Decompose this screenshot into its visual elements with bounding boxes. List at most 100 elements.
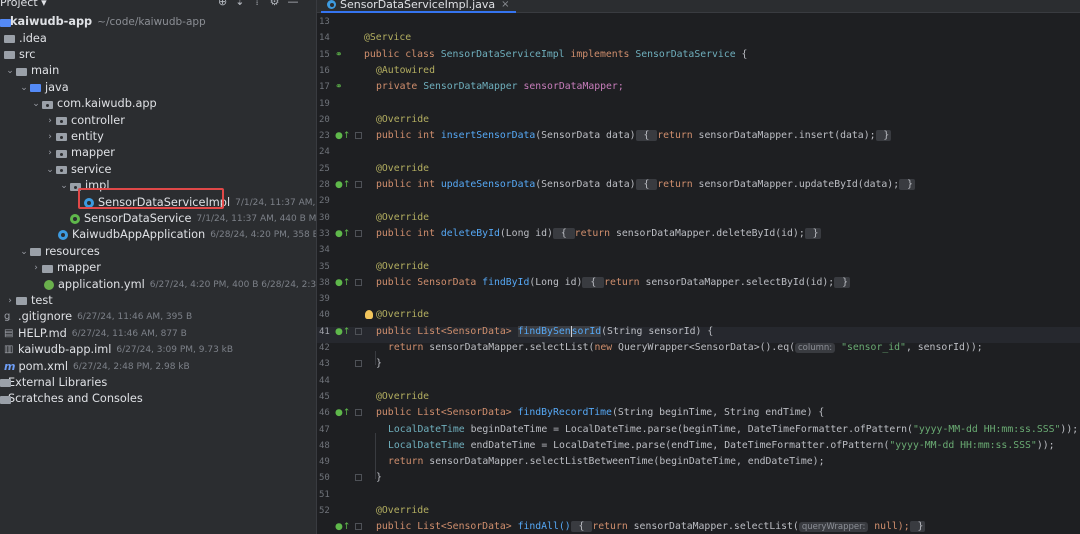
implements-gutter-icon[interactable]: ●↑ [335,131,350,141]
code-token: (String sensorId) { [601,325,714,337]
gutter-line: 28 ●↑ [317,177,377,193]
tree-item-pom-xml[interactable]: m pom.xml 6/27/24, 2:48 PM, 2.98 kB [4,358,190,374]
implements-gutter-icon[interactable]: ●↑ [335,522,350,532]
chevron-down-icon[interactable]: ⌄ [30,96,42,112]
line-number[interactable]: 51 [319,487,331,503]
line-number[interactable]: 47 [319,422,331,438]
bean-gutter-icon[interactable]: ⚭ [335,50,343,60]
tree-item-meta: 6/27/24, 11:46 AM, 395 B [77,312,193,323]
tree-item-java[interactable]: ⌄ java [18,80,68,96]
chevron-down-icon[interactable]: ⌄ [18,80,30,96]
line-number[interactable]: 24 [319,144,331,160]
line-number[interactable]: 33 [319,226,331,242]
close-icon[interactable]: × [501,0,509,10]
tree-item-external-libraries[interactable]: External Libraries [0,375,107,391]
bean-gutter-icon[interactable]: ⚭ [335,82,343,92]
code-editor[interactable]: 13 14 @Service 15 ⚭ public class SensorDataSe… [317,14,1080,534]
fold-marker-icon[interactable] [355,360,362,368]
line-number[interactable]: 48 [319,438,331,454]
line-number[interactable]: 29 [319,193,331,209]
chevron-down-icon[interactable]: ⌄ [4,63,16,79]
line-number[interactable]: 52 [319,503,331,519]
tab-sensordataserviceimpl[interactable]: SensorDataServiceImpl.java × [321,0,516,13]
tree-item-gitignore[interactable]: ǥ .gitignore 6/27/24, 11:46 AM, 395 B [4,309,192,325]
chevron-down-icon[interactable]: ⌄ [58,178,70,194]
line-number[interactable]: 34 [319,242,331,258]
code-token: QueryWrapper<SensorData>().eq( [618,342,795,353]
line-number[interactable]: 49 [319,454,331,470]
tree-item-scratches[interactable]: Scratches and Consoles [0,391,143,407]
line-number[interactable]: 35 [319,259,331,275]
implements-gutter-icon[interactable]: ●↑ [335,327,350,337]
line-number[interactable]: 19 [319,96,331,112]
tree-item-com-kaiwudb-app[interactable]: ⌄ com.kaiwudb.app [30,96,157,112]
chevron-right-icon[interactable]: › [4,293,16,309]
tree-item-test[interactable]: › test [4,293,53,309]
code-token: return [574,227,616,239]
tree-item-help-md[interactable]: ▤ HELP.md 6/27/24, 11:46 AM, 877 B [4,326,187,342]
line-number[interactable]: 45 [319,389,331,405]
tree-item-application-yml[interactable]: application.yml 6/27/24, 4:20 PM, 400 B … [44,276,316,292]
line-number[interactable]: 14 [319,30,331,46]
chevron-right-icon[interactable]: › [44,145,56,161]
implements-gutter-icon[interactable]: ●↑ [335,278,350,288]
intention-bulb-icon[interactable] [365,310,373,320]
chevron-right-icon[interactable]: › [30,260,42,276]
tree-item-iml[interactable]: ▥ kaiwudb-app.iml 6/27/24, 3:09 PM, 9.73… [4,342,233,358]
line-number[interactable]: 23 [319,128,331,144]
folder-icon [16,296,27,306]
project-panel-title[interactable]: Project ▾ [0,0,47,9]
tree-item-entity[interactable]: › entity [44,129,104,145]
tree-item-resources-mapper[interactable]: › mapper [30,260,101,276]
fold-marker-icon[interactable] [355,181,362,188]
line-number[interactable]: 20 [319,112,331,128]
line-number[interactable]: 17 [319,79,331,95]
fold-marker-icon[interactable] [355,278,362,286]
tree-item-controller[interactable]: › controller [44,112,125,128]
fold-marker-icon[interactable] [355,523,362,531]
implements-gutter-icon[interactable]: ●↑ [335,408,350,418]
chevron-down-icon[interactable]: ⌄ [44,162,56,178]
line-number[interactable]: 42 [319,340,331,356]
line-number[interactable]: 41 [319,324,331,340]
expand-all-icon[interactable]: ⇣ [235,0,244,8]
fold-marker-icon[interactable] [355,409,362,417]
tree-item-main[interactable]: ⌄ main [4,63,59,79]
fold-marker-icon[interactable] [355,132,362,140]
chevron-down-icon[interactable]: ⌄ [18,244,30,260]
tree-item-mapper[interactable]: › mapper [44,145,115,161]
line-number[interactable]: 44 [319,373,331,389]
tree-item-resources[interactable]: ⌄ resources [18,244,100,260]
tree-item-idea[interactable]: .idea [4,30,47,46]
line-number[interactable]: 13 [319,14,331,30]
tree-item-sensordataservice[interactable]: SensorDataService 7/1/24, 11:37 AM, 440 … [70,211,316,227]
select-opened-file-icon[interactable]: ⊕ [218,0,227,8]
chevron-right-icon[interactable]: › [44,129,56,145]
line-number[interactable]: 15 [319,47,331,63]
implements-gutter-icon[interactable]: ●↑ [335,229,350,239]
chevron-right-icon[interactable]: › [44,113,56,129]
code-line: public int insertSensorData(SensorData d… [376,128,892,144]
tree-item-src[interactable]: src [4,47,36,63]
tree-item-kaiwudbappapplication[interactable]: KaiwudbAppApplication 6/28/24, 4:20 PM, … [58,227,316,243]
line-number[interactable]: 28 [319,177,331,193]
line-number[interactable]: 46 [319,405,331,421]
fold-marker-icon[interactable] [355,327,362,335]
line-number[interactable]: 30 [319,210,331,226]
line-number[interactable]: 25 [319,161,331,177]
tree-item-service[interactable]: ⌄ service [44,162,111,178]
tree-item-kaiwudb-app[interactable]: kaiwudb-app ~/code/kaiwudb-app [0,14,206,30]
line-number[interactable]: 43 [319,356,331,372]
collapse-all-icon[interactable]: ⇡ [252,0,261,8]
line-number[interactable]: 39 [319,291,331,307]
line-number[interactable]: 50 [319,470,331,486]
line-number[interactable]: 16 [319,63,331,79]
line-number[interactable]: 38 [319,275,331,291]
implements-gutter-icon[interactable]: ●↑ [335,180,350,190]
gutter-line: 48 [317,438,377,454]
fold-marker-icon[interactable] [355,474,362,482]
line-number[interactable]: 40 [319,307,331,323]
settings-gear-icon[interactable]: ⚙ [270,0,280,8]
hide-panel-icon[interactable]: — [288,0,299,8]
fold-marker-icon[interactable] [355,229,362,237]
